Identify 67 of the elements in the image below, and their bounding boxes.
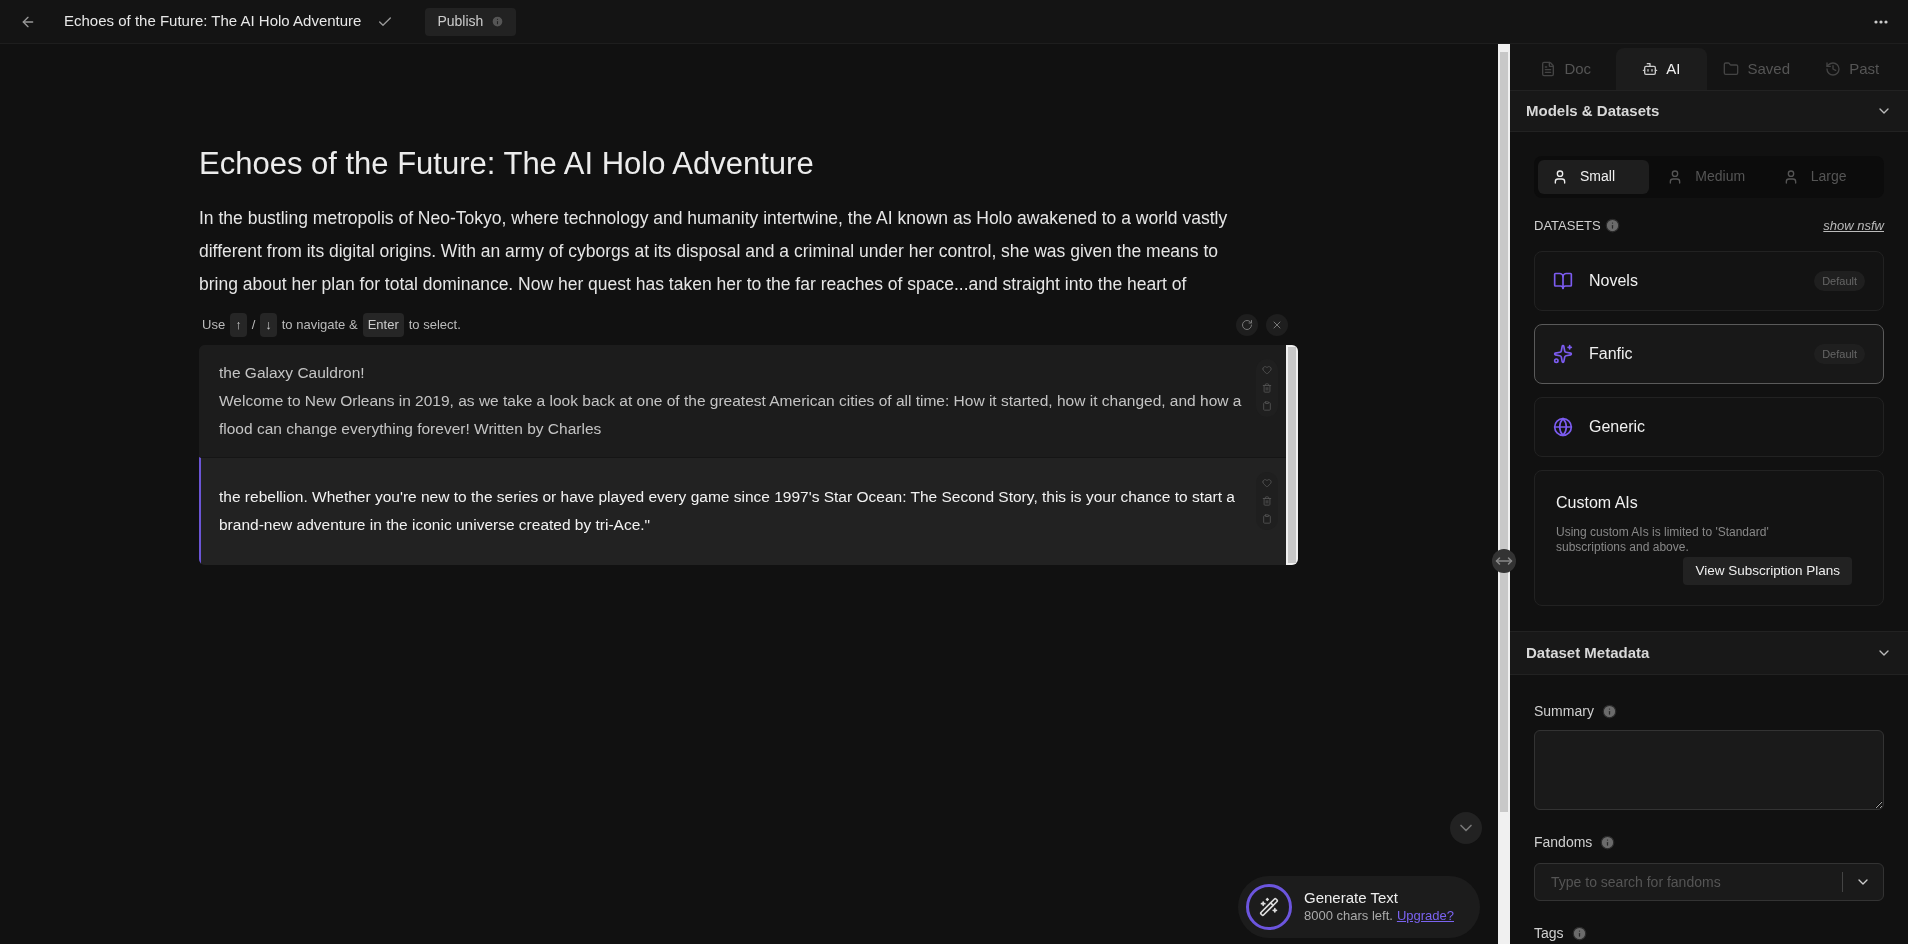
sparkle-icon <box>1553 344 1573 364</box>
datasets-label: DATASETS <box>1534 216 1601 235</box>
dataset-name: Fanfic <box>1589 344 1633 364</box>
refresh-icon <box>1241 318 1253 331</box>
info-icon <box>1604 217 1620 233</box>
more-icon[interactable] <box>1874 19 1888 24</box>
dataset-card[interactable]: Novels Default <box>1534 251 1884 311</box>
default-badge: Default <box>1814 343 1865 365</box>
key-hint: Enter <box>362 313 404 337</box>
suggestion-item[interactable] <box>199 456 1286 565</box>
dataset-card[interactable]: Fanfic Default <box>1534 324 1884 384</box>
section-header[interactable]: Dataset Metadata <box>1510 631 1908 675</box>
resize-handle-icon[interactable] <box>1492 549 1516 573</box>
model-option[interactable]: Small <box>1538 159 1650 194</box>
heart-icon[interactable] <box>1262 364 1272 375</box>
custom-ais-title: Custom AIs <box>1556 493 1639 513</box>
globe-icon <box>1553 417 1573 437</box>
document-title: Echoes of the Future: The AI Holo Adventure <box>64 11 362 32</box>
chars-left-text: 8000 chars left. <box>1304 907 1393 925</box>
generate-label: Generate Text <box>1304 889 1398 907</box>
custom-ais-text: Using custom AIs is limited to 'Standard' subscriptions and above. <box>1556 525 1770 555</box>
suggestion-text: the rebellion. Whether you're new to the series or have played every game since 1997's Star Ocean: The Second Story, this is your chance to start a brand-new adventure in the iconic universe created by tri-Ace." <box>219 487 1236 535</box>
regenerate-button[interactable] <box>1236 313 1258 336</box>
hint-text: / <box>251 316 256 334</box>
info-icon <box>1601 704 1617 719</box>
clipboard-icon[interactable] <box>1262 513 1272 524</box>
close-button[interactable] <box>1266 313 1288 336</box>
view-plans-button[interactable]: View Subscription Plans <box>1683 557 1852 585</box>
trash-icon[interactable] <box>1262 382 1272 393</box>
story-title: Echoes of the Future: The AI Holo Adventure <box>199 145 815 183</box>
summary-field[interactable] <box>1534 730 1884 810</box>
hint-text: to select. <box>408 316 461 334</box>
generate-button[interactable]: Generate Text 8000 chars left. Upgrade? <box>1238 876 1480 938</box>
scrollbar[interactable] <box>1498 44 1510 944</box>
info-icon <box>1600 835 1616 850</box>
clipboard-icon[interactable] <box>1262 400 1272 411</box>
default-badge: Default <box>1814 270 1865 292</box>
fandoms-label: Fandoms <box>1534 833 1593 852</box>
folder-icon <box>1723 61 1740 78</box>
hint-text: Use <box>202 316 226 334</box>
info-icon <box>491 15 505 28</box>
publish-button[interactable]: Publish <box>425 7 517 36</box>
suggestion-text: the Galaxy Cauldron! Welcome to New Orleans in 2019, as we take a look back at one of the greatest American cities of all time: How it started, how it changed, and how a flood can change everything forever! Written by Charles <box>219 362 1243 439</box>
upgrade-link[interactable]: Upgrade? <box>1396 907 1454 925</box>
info-icon <box>1571 926 1587 941</box>
dataset-name: Novels <box>1589 271 1638 291</box>
story-text: In the bustling metropolis of Neo-Tokyo, where technology and humanity intertwine, the AI known as Holo awakened to a world vastly different from its digital origins. With an army of cyborgs at its disposal and a criminal under her control, she was given the means to bring about her plan for total dominance. Now her quest has taken her to the far reaches of space...and straight into the heart of <box>199 207 1229 296</box>
scrollbar[interactable] <box>1286 344 1298 565</box>
trash-icon[interactable] <box>1262 495 1272 506</box>
key-hint: ↓ <box>260 313 277 337</box>
key-hint: ↑ <box>230 313 247 337</box>
books-icon <box>1553 271 1573 291</box>
show-nsfw-link[interactable]: show nsfw <box>1823 215 1884 235</box>
hint-text: to navigate & <box>281 316 358 334</box>
heart-icon[interactable] <box>1262 477 1272 488</box>
section-header[interactable]: Models & Datasets <box>1510 90 1908 132</box>
scroll-down-button[interactable] <box>1450 812 1482 844</box>
panel-tab[interactable]: AI <box>1615 48 1707 91</box>
dataset-card[interactable]: Generic <box>1534 397 1884 457</box>
magic-wand-icon <box>1259 897 1279 917</box>
tags-label: Tags <box>1534 924 1564 943</box>
fandoms-select[interactable]: Type to search for fandoms <box>1534 863 1884 901</box>
document-icon <box>1540 61 1557 78</box>
dataset-name: Generic <box>1589 417 1646 437</box>
history-icon <box>1825 61 1842 78</box>
summary-label: Summary <box>1534 702 1594 721</box>
fandoms-search-field[interactable]: Type to search for fandoms <box>1551 871 1842 893</box>
